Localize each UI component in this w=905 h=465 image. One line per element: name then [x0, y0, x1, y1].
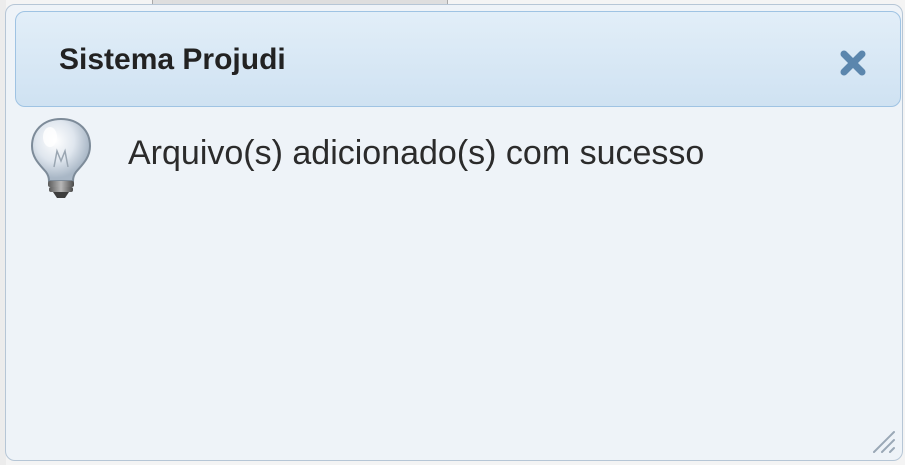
close-button[interactable] [838, 48, 868, 78]
lightbulb-icon [30, 117, 92, 198]
resize-grip-icon[interactable] [866, 424, 896, 454]
dialog-title: Sistema Projudi [59, 43, 286, 76]
dialog-message: Arquivo(s) adicionado(s) com sucesso [128, 134, 705, 172]
close-icon[interactable] [838, 48, 868, 78]
dialog-titlebar[interactable]: Sistema Projudi [15, 11, 901, 107]
message-dialog: Sistema Projudi Arquivo(s) adicionado(s)… [5, 4, 903, 461]
